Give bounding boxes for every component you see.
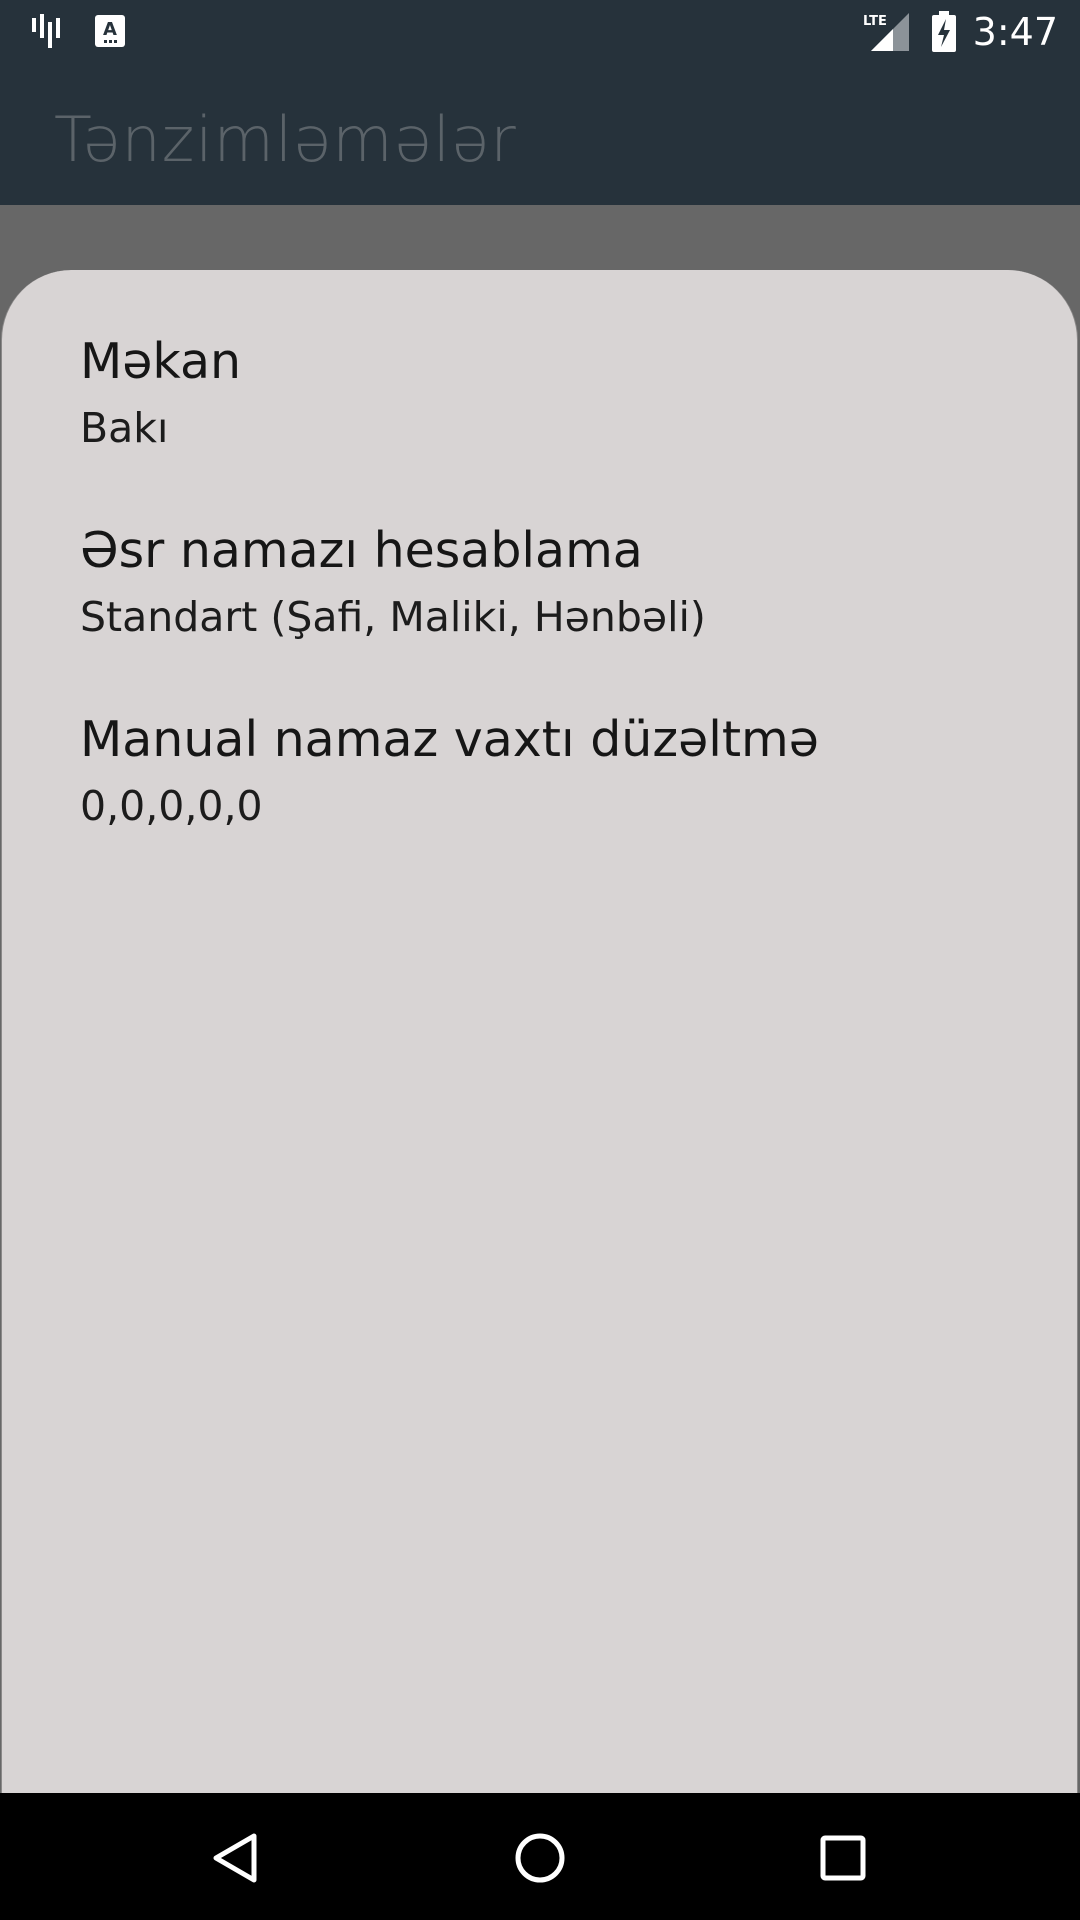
home-button[interactable]: [505, 1823, 575, 1893]
lte-label: LTE: [863, 14, 887, 29]
home-icon: [515, 1833, 565, 1883]
preference-summary: Standart (Şafi, Maliki, Hənbəli): [80, 593, 706, 641]
preference-asr-calculation[interactable]: Əsr namazı hesablama Standart (Şafi, Mal…: [80, 521, 1000, 645]
recents-icon: [820, 1835, 866, 1881]
preference-manual-adjustment[interactable]: Manual namaz vaxtı düzəltmə 0,0,0,0,0: [80, 710, 1000, 834]
status-time: 3:47: [972, 10, 1058, 54]
preference-location[interactable]: Məkan Bakı: [80, 332, 1000, 456]
preference-summary: 0,0,0,0,0: [80, 782, 263, 830]
navigation-bar: [0, 1793, 1080, 1920]
preference-title: Əsr namazı hesablama: [80, 522, 643, 579]
page-title: Tənzimləmələr: [54, 103, 517, 176]
signal-bars-app-icon: [30, 14, 64, 48]
settings-sheet: Məkan Bakı Əsr namazı hesablama Standart…: [1, 270, 1078, 1793]
status-bar: A LTE 3:47: [0, 0, 1080, 63]
lte-signal-icon: LTE: [863, 11, 909, 53]
preference-title: Manual namaz vaxtı düzəltmə: [80, 711, 819, 768]
back-icon: [213, 1833, 257, 1883]
preference-summary: Bakı: [80, 404, 169, 452]
status-left-icons: A: [30, 14, 126, 48]
svg-text:A: A: [103, 19, 117, 40]
battery-charging-icon: [931, 11, 957, 53]
status-right-icons: LTE 3:47: [863, 10, 1058, 54]
recents-button[interactable]: [808, 1823, 878, 1893]
app-bar: Tənzimləmələr: [0, 63, 1080, 205]
font-a-icon: A: [94, 14, 126, 48]
back-button[interactable]: [201, 1823, 271, 1893]
preference-title: Məkan: [80, 333, 242, 390]
